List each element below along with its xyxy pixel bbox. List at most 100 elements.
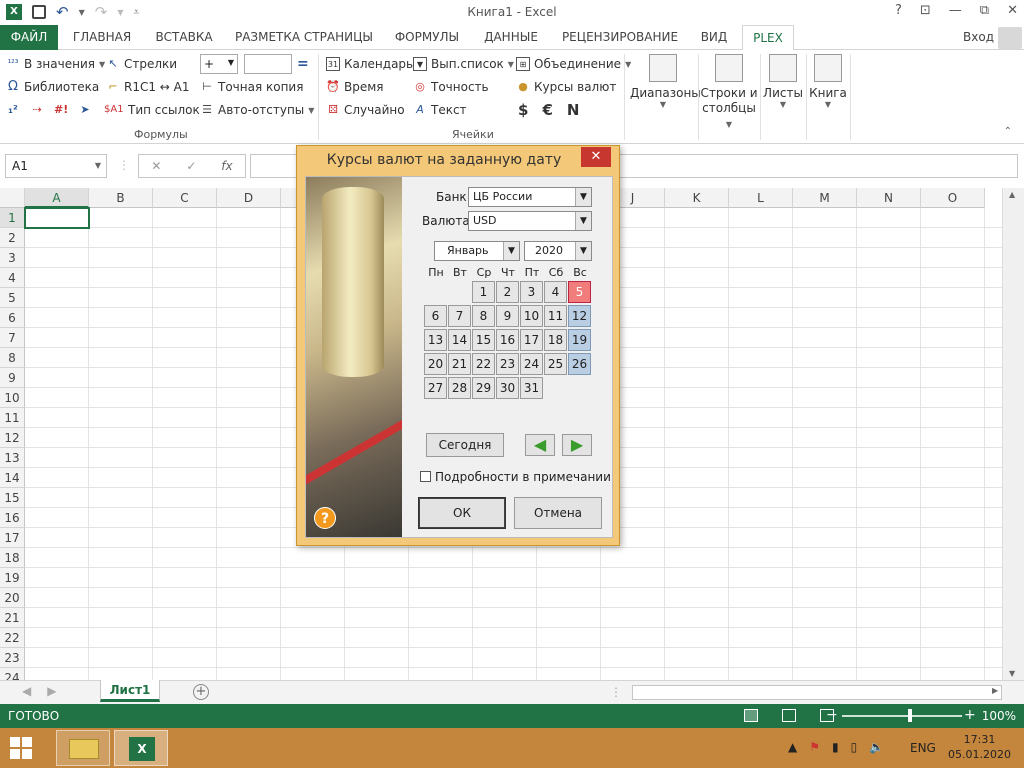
row-header[interactable]: 19 (0, 568, 25, 588)
scroll-up-icon[interactable]: ▲ (1009, 190, 1015, 199)
close-icon[interactable]: ✕ (1007, 3, 1018, 18)
calendar-day[interactable]: 30 (496, 377, 519, 399)
language-indicator[interactable]: ENG (910, 741, 936, 755)
tab-view[interactable]: ВИД (694, 25, 734, 50)
merge-button[interactable]: ⊞ Объединение ▼ (516, 54, 631, 74)
sheet-nav-arrows[interactable]: ◀▶ (22, 684, 72, 698)
row-header[interactable]: 15 (0, 488, 25, 508)
euro-button[interactable]: € (542, 101, 552, 119)
row-header[interactable]: 14 (0, 468, 25, 488)
calendar-day[interactable]: 5 (568, 281, 591, 303)
error-icon[interactable]: #! (54, 103, 68, 117)
collapse-ribbon-icon[interactable]: ⌃ (1004, 126, 1012, 137)
ok-button[interactable]: ОК (418, 497, 506, 529)
currency-select[interactable]: USD ▼ (468, 211, 592, 231)
calendar-day[interactable]: 29 (472, 377, 495, 399)
tab-insert[interactable]: ВСТАВКА (148, 25, 220, 50)
rows-columns-button[interactable]: Строки и столбцы ▼ (700, 54, 758, 132)
calendar-day[interactable]: 2 (496, 281, 519, 303)
avatar[interactable] (998, 27, 1022, 49)
apply-operation-button[interactable]: = (297, 54, 309, 74)
previous-month-button[interactable]: ◀ (525, 434, 555, 456)
dialog-close-button[interactable]: ✕ (581, 147, 611, 167)
sheet-tab-active[interactable]: Лист1 (100, 680, 160, 702)
tab-data[interactable]: ДАННЫЕ (476, 25, 546, 50)
library-button[interactable]: Ω Библиотека (6, 77, 99, 97)
column-header[interactable]: O (921, 188, 985, 208)
row-header[interactable]: 7 (0, 328, 25, 348)
today-button[interactable]: Сегодня (426, 433, 504, 457)
column-header[interactable]: L (729, 188, 793, 208)
year-select[interactable]: 2020 ▼ (524, 241, 592, 261)
zoom-slider[interactable] (842, 715, 962, 717)
calendar-day[interactable]: 15 (472, 329, 495, 351)
tab-review[interactable]: РЕЦЕНЗИРОВАНИЕ (556, 25, 684, 50)
row-header[interactable]: 16 (0, 508, 25, 528)
calendar-day[interactable]: 4 (544, 281, 567, 303)
cancel-button[interactable]: Отмена (514, 497, 602, 529)
calendar-day[interactable]: 24 (520, 353, 543, 375)
number-button[interactable]: N (567, 101, 580, 119)
calendar-day[interactable]: 22 (472, 353, 495, 375)
time-button[interactable]: ⏰ Время (326, 77, 383, 97)
calendar-day[interactable]: 23 (496, 353, 519, 375)
next-month-button[interactable]: ▶ (562, 434, 592, 456)
row-header[interactable]: 6 (0, 308, 25, 328)
power-icon[interactable]: ▮ (832, 740, 839, 754)
column-header[interactable]: K (665, 188, 729, 208)
row-header[interactable]: 18 (0, 548, 25, 568)
row-header[interactable]: 1 (0, 208, 25, 228)
calendar-day[interactable]: 9 (496, 305, 519, 327)
column-header[interactable]: N (857, 188, 921, 208)
calendar-day[interactable]: 11 (544, 305, 567, 327)
scroll-right-icon[interactable]: ▶ (992, 686, 998, 695)
row-header[interactable]: 2 (0, 228, 25, 248)
insert-function-icon[interactable]: fx (221, 159, 232, 173)
select-all-corner[interactable] (0, 188, 25, 208)
calendar-day[interactable]: 6 (424, 305, 447, 327)
calendar-button[interactable]: 31 Календарь (326, 54, 413, 74)
column-header[interactable]: A (25, 188, 89, 208)
horizontal-scrollbar[interactable] (632, 685, 1002, 700)
action-center-icon[interactable]: ⚑ (809, 740, 820, 754)
row-header[interactable]: 13 (0, 448, 25, 468)
excel-taskbar-button[interactable]: X (114, 730, 168, 766)
tab-formulas[interactable]: ФОРМУЛЫ (388, 25, 466, 50)
operand-input[interactable] (244, 54, 292, 74)
minimize-icon[interactable]: — (949, 3, 962, 18)
column-header[interactable]: D (217, 188, 281, 208)
calendar-day[interactable]: 21 (448, 353, 471, 375)
calendar-day[interactable]: 14 (448, 329, 471, 351)
zoom-slider-thumb[interactable] (908, 709, 912, 722)
ribbon-display-icon[interactable]: ⊡ (920, 3, 931, 18)
exact-copy-button[interactable]: ⊢ Точная копия (200, 77, 303, 97)
calendar-day[interactable]: 7 (448, 305, 471, 327)
calendar-day[interactable]: 18 (544, 329, 567, 351)
operator-select[interactable]: + ▼ (200, 54, 238, 74)
calendar-day[interactable]: 25 (544, 353, 567, 375)
volume-icon[interactable]: 🔈 (869, 740, 884, 754)
calendar-day[interactable]: 10 (520, 305, 543, 327)
calendar-day[interactable]: 3 (520, 281, 543, 303)
precision-button[interactable]: ◎ Точность (413, 77, 488, 97)
details-checkbox[interactable] (420, 471, 431, 482)
row-header[interactable]: 21 (0, 608, 25, 628)
row-header[interactable]: 3 (0, 248, 25, 268)
column-header[interactable]: B (89, 188, 153, 208)
restore-icon[interactable]: ⧉ (980, 3, 989, 18)
active-cell[interactable] (24, 207, 90, 229)
row-header[interactable]: 23 (0, 648, 25, 668)
ranges-button[interactable]: Диапазоны ▼ (630, 54, 701, 109)
calendar-day[interactable]: 17 (520, 329, 543, 351)
scroll-down-icon[interactable]: ▼ (1009, 669, 1015, 678)
calendar-day[interactable]: 16 (496, 329, 519, 351)
calendar-day[interactable]: 31 (520, 377, 543, 399)
book-button[interactable]: Книга ▼ (808, 54, 848, 109)
calendar-day[interactable]: 13 (424, 329, 447, 351)
zoom-out-icon[interactable]: − (826, 707, 838, 723)
zoom-in-icon[interactable]: + (964, 707, 976, 723)
calendar-day[interactable]: 26 (568, 353, 591, 375)
row-header[interactable]: 22 (0, 628, 25, 648)
row-header[interactable]: 9 (0, 368, 25, 388)
row-header[interactable]: 8 (0, 348, 25, 368)
